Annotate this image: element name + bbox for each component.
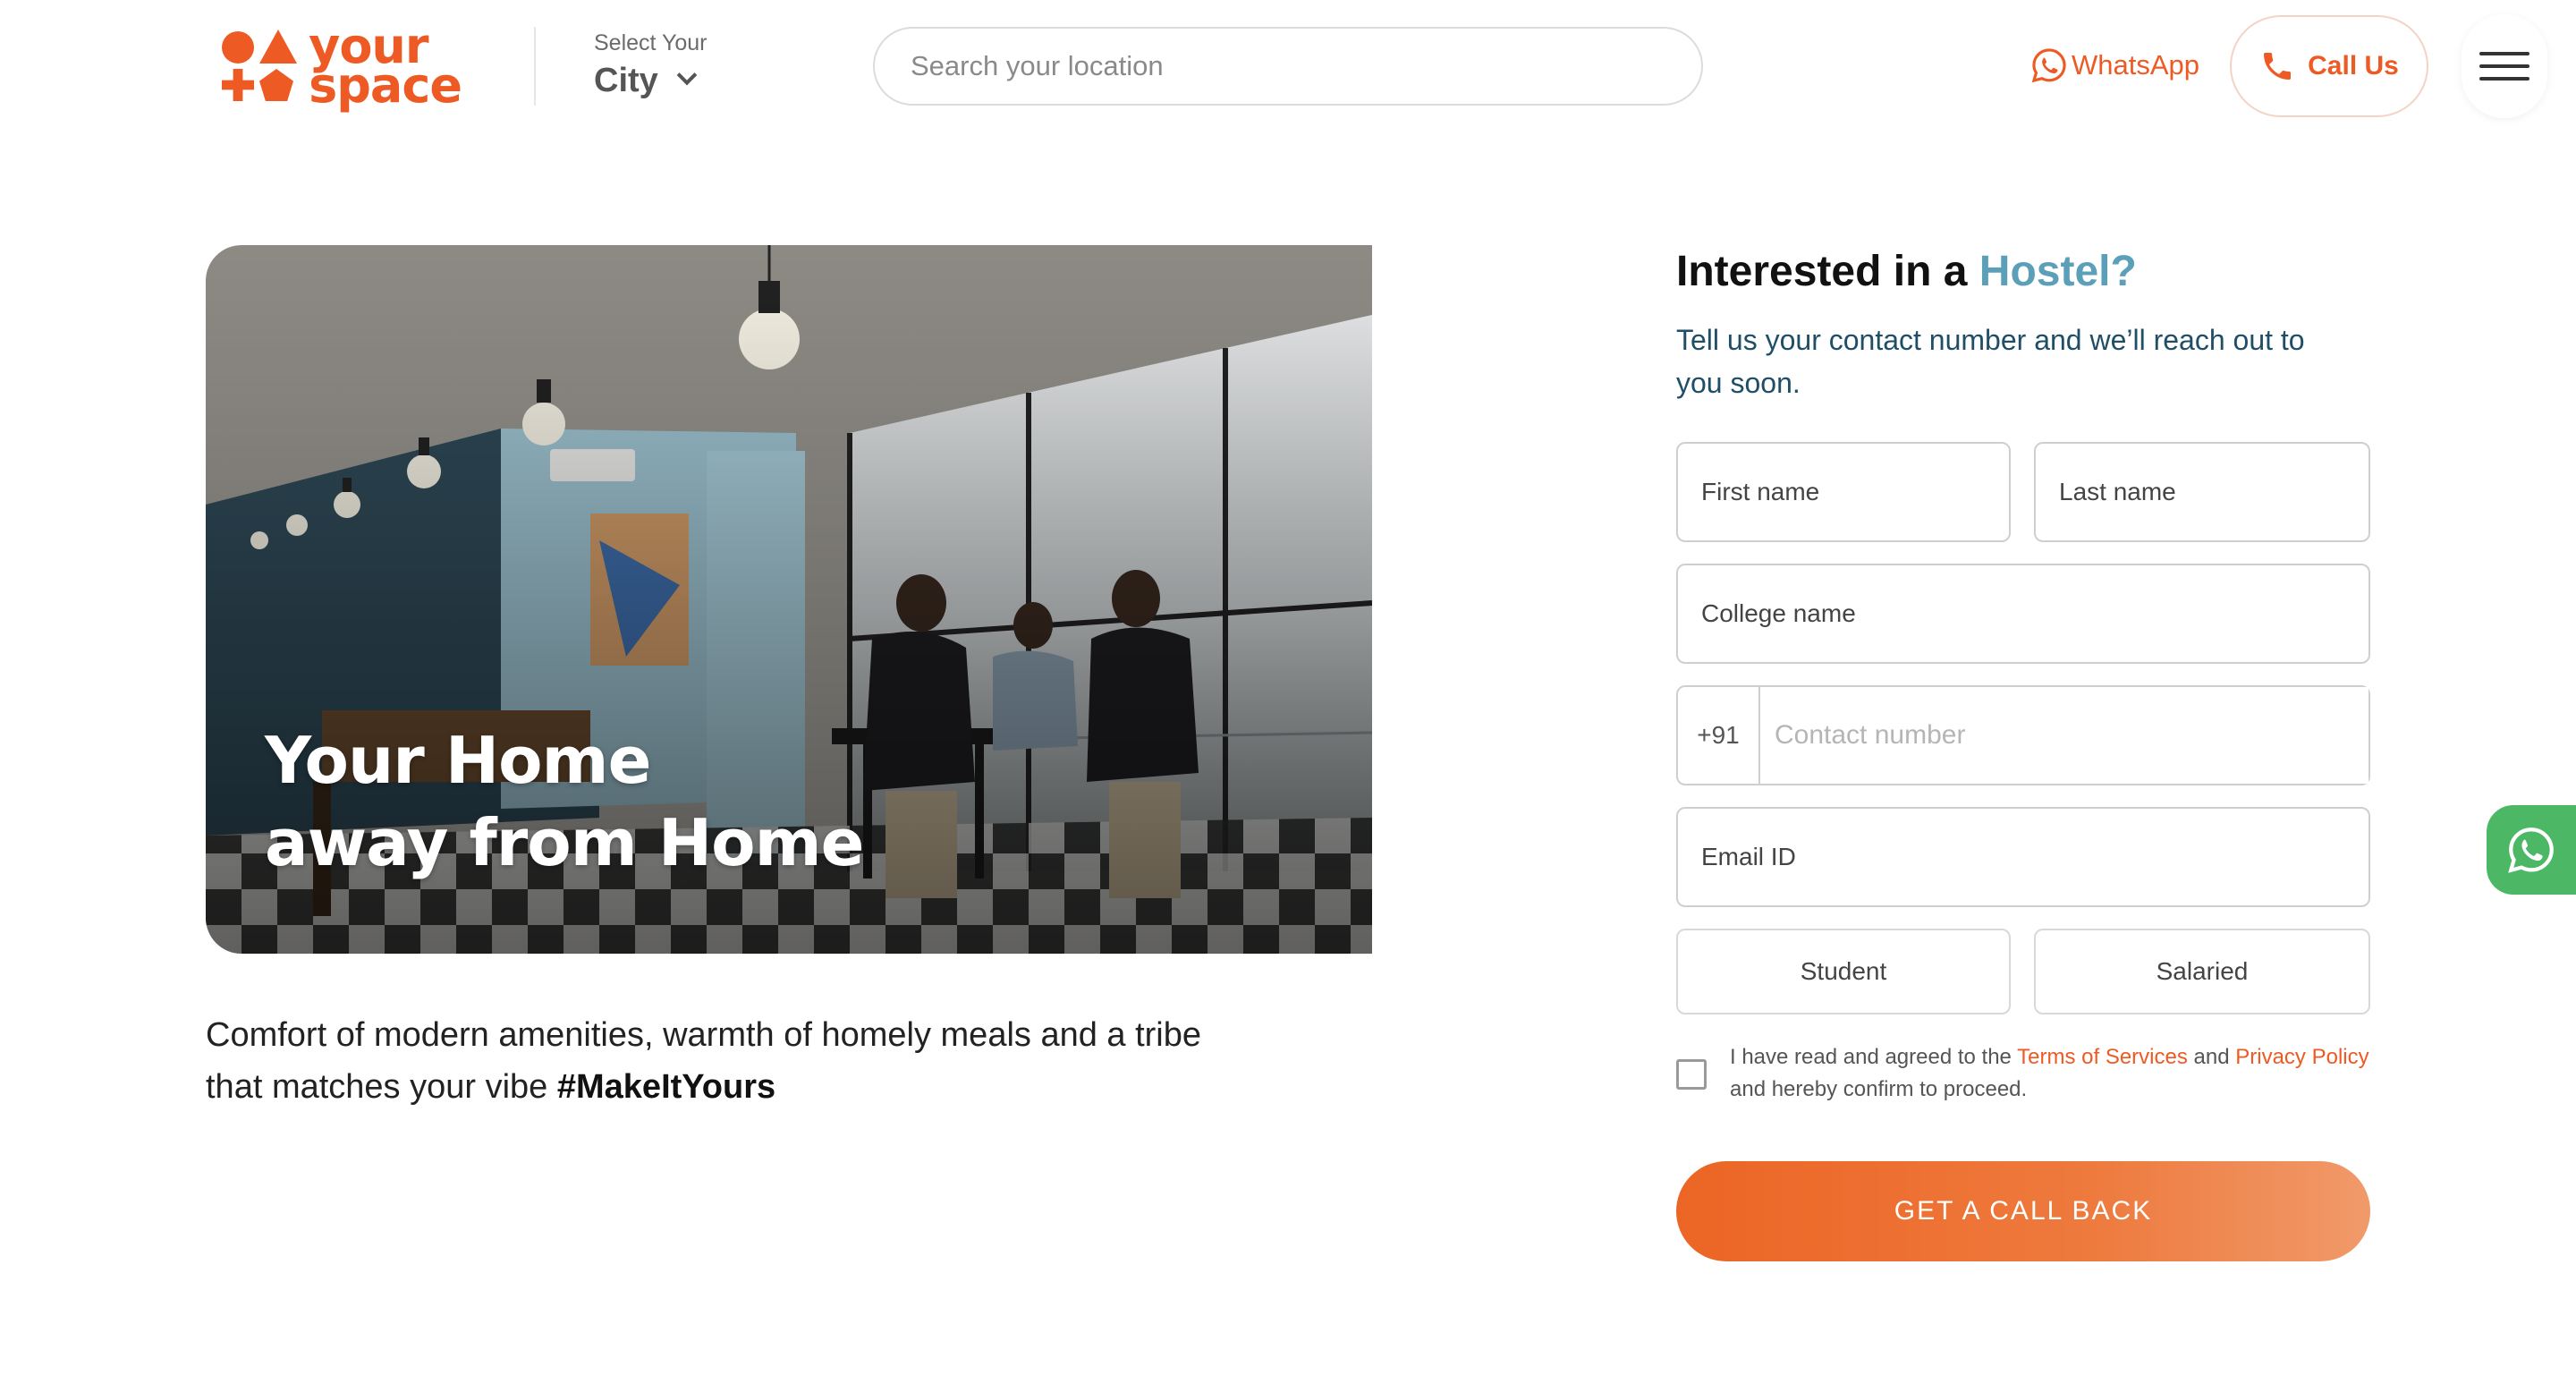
call-us-button[interactable]: Call Us: [2230, 15, 2428, 117]
logo-mark-icon: [220, 28, 297, 105]
terms-of-services-link[interactable]: Terms of Services: [2017, 1045, 2188, 1069]
city-selector[interactable]: Select Your City: [594, 30, 728, 106]
form-title: Interested in a Hostel?: [1676, 248, 2137, 295]
get-a-call-back-button[interactable]: GET A CALL BACK: [1676, 1161, 2370, 1261]
college-name-input[interactable]: [1676, 564, 2370, 664]
brand-logo[interactable]: your space: [220, 21, 462, 111]
logo-wordmark: your space: [309, 18, 462, 114]
hero-image: Your Home away from Home: [206, 245, 1372, 954]
student-option-button[interactable]: Student: [1676, 929, 2011, 1014]
contact-number-input[interactable]: [1760, 687, 2368, 784]
whatsapp-link[interactable]: WhatsApp: [2030, 43, 2199, 88]
header-divider: [534, 27, 536, 106]
site-header: your space Select Your City WhatsApp Cal…: [0, 0, 2576, 134]
city-caption: Select Your: [594, 30, 708, 55]
hamburger-menu-icon[interactable]: [2462, 14, 2547, 118]
form-title-accent: Hostel?: [1979, 248, 2137, 295]
whatsapp-float-button[interactable]: [2487, 805, 2576, 895]
chevron-down-icon: [676, 64, 698, 86]
salaried-option-button[interactable]: Salaried: [2034, 929, 2370, 1014]
consent-checkbox[interactable]: [1676, 1059, 1707, 1090]
whatsapp-float-icon: [2508, 828, 2554, 873]
search-input[interactable]: [873, 27, 1703, 106]
city-value: City: [594, 62, 658, 99]
phone-icon: [2264, 53, 2292, 80]
hero-description: Comfort of modern amenities, warmth of h…: [206, 1016, 1202, 1106]
consent-row: I have read and agreed to the Terms of S…: [1676, 1041, 2370, 1106]
consent-text: I have read and agreed to the Terms of S…: [1730, 1045, 2369, 1101]
hero-hashtag: #MakeItYours: [556, 1068, 776, 1106]
first-name-input[interactable]: [1676, 442, 2011, 542]
whatsapp-label: WhatsApp: [2072, 49, 2200, 81]
enquiry-form: Interested in a Hostel? Tell us your con…: [1676, 236, 2370, 1261]
call-us-label: Call Us: [2308, 51, 2399, 81]
privacy-policy-link[interactable]: Privacy Policy: [2235, 1045, 2368, 1069]
country-code: +91: [1678, 687, 1760, 784]
last-name-input[interactable]: [2034, 442, 2370, 542]
whatsapp-icon: [2031, 48, 2066, 83]
email-input[interactable]: [1676, 807, 2370, 907]
contact-number-field: +91: [1676, 685, 2370, 785]
hero-title: Your Home away from Home: [265, 723, 864, 880]
form-subtitle: Tell us your contact number and we’ll re…: [1676, 324, 2305, 399]
